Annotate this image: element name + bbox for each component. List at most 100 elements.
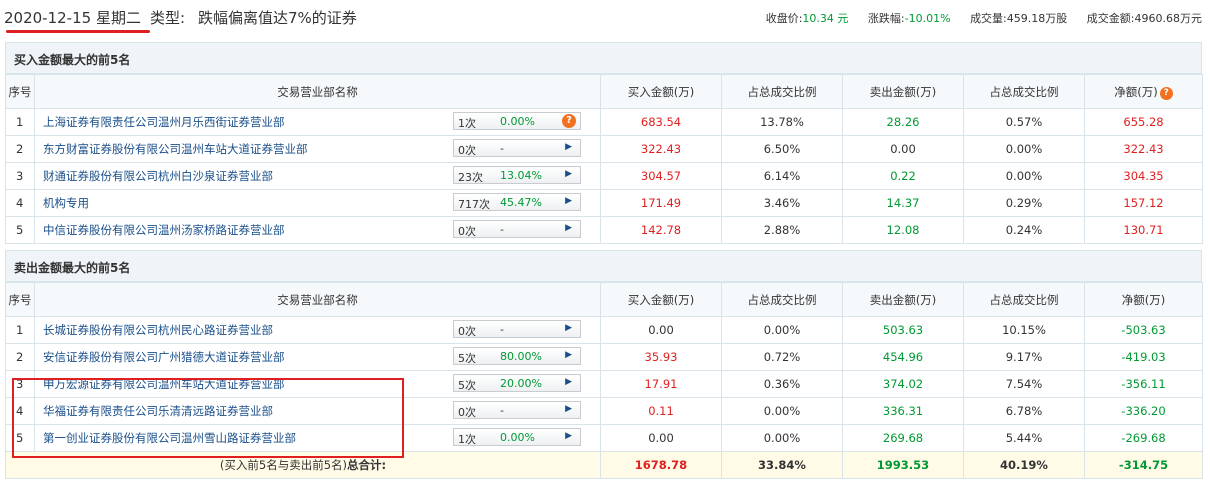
broker-link[interactable]: 机构专用 xyxy=(43,196,89,210)
broker-cell: 安信证券股份有限公司广州猎德大道证券营业部 5次 80.00% ▶ xyxy=(34,343,601,371)
type-value: 跌幅偏离值达7%的证券 xyxy=(198,9,357,27)
sell-amount: 454.96 xyxy=(842,343,964,371)
times-button[interactable]: 717次 45.47% ▶ xyxy=(453,193,581,211)
table-row: 2 东方财富证券股份有限公司温州车站大道证券营业部 0次 - ▶ 322.43 6.50% 0… xyxy=(5,135,1203,163)
buy-ratio: 6.14% xyxy=(721,162,843,190)
buy-ratio: 0.36% xyxy=(721,370,843,398)
buy-ratio: 0.00% xyxy=(721,397,843,425)
times-count: 5次 xyxy=(458,379,476,392)
col-buy: 买入金额(万) xyxy=(600,282,722,317)
date-label: 2020-12-15 星期二 xyxy=(4,9,141,27)
success-rate: 45.47% xyxy=(500,196,542,209)
times-count: 0次 xyxy=(458,406,476,419)
times-button[interactable]: 0次 - ▶ xyxy=(453,320,581,338)
broker-cell: 财通证券股份有限公司杭州白沙泉证券营业部 23次 13.04% ▶ xyxy=(34,162,601,190)
sell-ratio: 0.57% xyxy=(963,108,1085,136)
play-arrow-icon[interactable]: ▶ xyxy=(565,350,572,360)
times-button[interactable]: 0次 - ▶ xyxy=(453,220,581,238)
broker-link[interactable]: 安信证券股份有限公司广州猎德大道证券营业部 xyxy=(43,350,285,364)
date-underline xyxy=(6,30,150,33)
buy-amount: 17.91 xyxy=(600,370,722,398)
success-rate: - xyxy=(500,223,504,236)
type-label: 类型: xyxy=(150,9,186,27)
buy-amount: 0.11 xyxy=(600,397,722,425)
sell-amount: 269.68 xyxy=(842,424,964,452)
buy-amount: 171.49 xyxy=(600,189,722,217)
col-idx: 序号 xyxy=(5,282,35,317)
col-sell: 卖出金额(万) xyxy=(842,74,964,109)
times-count: 0次 xyxy=(458,144,476,157)
net-amount: 322.43 xyxy=(1084,135,1203,163)
sell-amount: 0.22 xyxy=(842,162,964,190)
success-rate: 0.00% xyxy=(500,115,535,128)
net-amount: 304.35 xyxy=(1084,162,1203,190)
col-net: 净额(万)? xyxy=(1084,74,1203,109)
question-icon[interactable]: ? xyxy=(1159,86,1173,100)
sell-amount: 12.08 xyxy=(842,216,964,244)
times-button[interactable]: 0次 - ▶ xyxy=(453,139,581,157)
col-idx: 序号 xyxy=(5,74,35,109)
play-arrow-icon[interactable]: ▶ xyxy=(565,196,572,206)
table-row: 4 机构专用 717次 45.47% ▶ 171.49 3.46% 14.37 0.29% 157… xyxy=(5,189,1203,217)
sell-ratio: 6.78% xyxy=(963,397,1085,425)
buy-ratio: 0.00% xyxy=(721,316,843,344)
broker-link[interactable]: 长城证券股份有限公司杭州民心路证券营业部 xyxy=(43,323,273,337)
success-rate: 0.00% xyxy=(500,431,535,444)
times-button[interactable]: 1次 0.00% ▶ xyxy=(453,428,581,446)
row-index: 3 xyxy=(5,162,35,190)
volume-stat: 成交量:459.18万股 xyxy=(970,12,1068,25)
broker-link[interactable]: 中信证券股份有限公司温州汤家桥路证券营业部 xyxy=(43,223,285,237)
col-buy-ratio: 占总成交比例 xyxy=(721,282,843,317)
success-rate: 20.00% xyxy=(500,377,542,390)
times-button[interactable]: 23次 13.04% ▶ xyxy=(453,166,581,184)
highlight-box xyxy=(12,378,404,458)
play-arrow-icon[interactable]: ▶ xyxy=(565,142,572,152)
broker-cell: 东方财富证券股份有限公司温州车站大道证券营业部 0次 - ▶ xyxy=(34,135,601,163)
buy-table: 序号 交易营业部名称 买入金额(万) 占总成交比例 卖出金额(万) 占总成交比例… xyxy=(5,74,1203,244)
success-rate: - xyxy=(500,404,504,417)
table-row: 1 上海证券有限责任公司温州月乐西街证券营业部 1次 0.00%? 683.54 13.7… xyxy=(5,108,1203,136)
sell-ratio: 0.24% xyxy=(963,216,1085,244)
sell-ratio: 5.44% xyxy=(963,424,1085,452)
sell-amount: 14.37 xyxy=(842,189,964,217)
play-arrow-icon[interactable]: ▶ xyxy=(565,169,572,179)
summary-buy: 1678.78 xyxy=(600,451,722,479)
row-index: 1 xyxy=(5,108,35,136)
buy-section-title: 买入金额最大的前5名 xyxy=(5,42,1202,74)
times-button[interactable]: 5次 80.00% ▶ xyxy=(453,347,581,365)
sell-amount: 503.63 xyxy=(842,316,964,344)
col-sell-ratio: 占总成交比例 xyxy=(963,282,1085,317)
play-arrow-icon[interactable]: ▶ xyxy=(565,431,572,441)
sell-amount: 336.31 xyxy=(842,397,964,425)
net-amount: 157.12 xyxy=(1084,189,1203,217)
sell-table-header: 序号 交易营业部名称 买入金额(万) 占总成交比例 卖出金额(万) 占总成交比例… xyxy=(5,282,1203,317)
times-count: 1次 xyxy=(458,433,476,446)
question-icon[interactable]: ? xyxy=(562,114,576,128)
sell-amount: 28.26 xyxy=(842,108,964,136)
buy-ratio: 0.00% xyxy=(721,424,843,452)
sell-ratio: 10.15% xyxy=(963,316,1085,344)
times-button[interactable]: 5次 20.00% ▶ xyxy=(453,374,581,392)
play-arrow-icon[interactable]: ▶ xyxy=(565,323,572,333)
col-net: 净额(万) xyxy=(1084,282,1203,317)
summary-buy-ratio: 33.84% xyxy=(721,451,843,479)
buy-amount: 304.57 xyxy=(600,162,722,190)
times-count: 23次 xyxy=(458,171,483,184)
play-arrow-icon[interactable]: ▶ xyxy=(565,377,572,387)
play-arrow-icon[interactable]: ▶ xyxy=(565,404,572,414)
row-index: 2 xyxy=(5,343,35,371)
buy-table-header: 序号 交易营业部名称 买入金额(万) 占总成交比例 卖出金额(万) 占总成交比例… xyxy=(5,74,1203,109)
broker-link[interactable]: 东方财富证券股份有限公司温州车站大道证券营业部 xyxy=(43,142,308,156)
times-button[interactable]: 1次 0.00%? xyxy=(453,112,581,130)
col-name: 交易营业部名称 xyxy=(34,74,601,109)
table-row: 5 中信证券股份有限公司温州汤家桥路证券营业部 0次 - ▶ 142.78 2.88% 12.… xyxy=(5,216,1203,244)
buy-amount: 0.00 xyxy=(600,316,722,344)
broker-link[interactable]: 上海证券有限责任公司温州月乐西街证券营业部 xyxy=(43,115,285,129)
sell-ratio: 0.00% xyxy=(963,162,1085,190)
net-amount: -419.03 xyxy=(1084,343,1203,371)
times-count: 1次 xyxy=(458,117,476,130)
times-button[interactable]: 0次 - ▶ xyxy=(453,401,581,419)
row-index: 2 xyxy=(5,135,35,163)
broker-link[interactable]: 财通证券股份有限公司杭州白沙泉证券营业部 xyxy=(43,169,273,183)
play-arrow-icon[interactable]: ▶ xyxy=(565,223,572,233)
